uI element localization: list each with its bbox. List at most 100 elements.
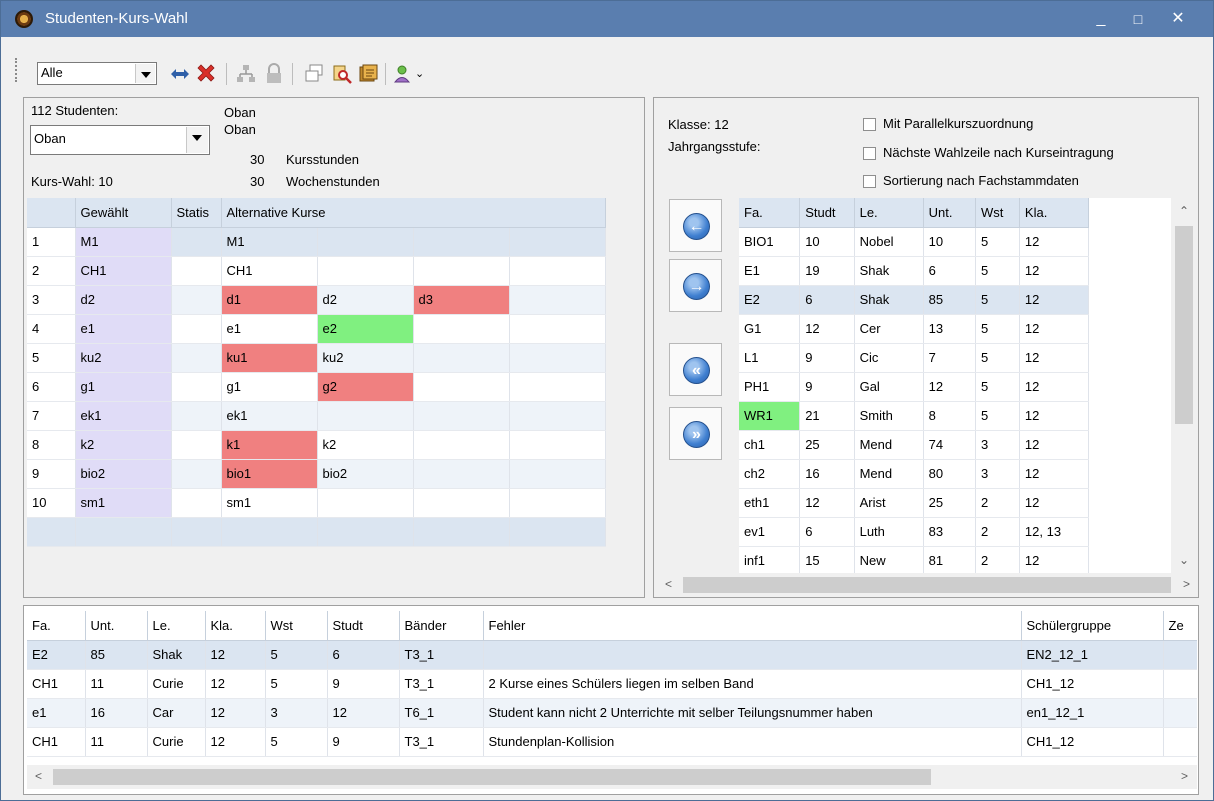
course-header-lehrer[interactable]: Le. — [854, 198, 924, 228]
status-cell[interactable] — [171, 488, 222, 518]
conflict-header-zeit[interactable]: Ze — [1163, 611, 1197, 641]
choice-row[interactable]: 8 k2 k1 k2 — [27, 430, 606, 460]
course-row[interactable]: BIO1 10 Nobel 10 5 12 — [739, 227, 1090, 257]
alt-course[interactable]: ek1 — [221, 401, 318, 431]
alt-course[interactable] — [509, 343, 606, 373]
parallelkurs-label[interactable]: Mit Parallelkurszuordnung — [883, 116, 1033, 131]
chosen-course[interactable]: M1 — [75, 227, 172, 257]
alt-course[interactable] — [413, 256, 510, 286]
conflict-horizontal-scrollbar[interactable]: < > — [27, 765, 1197, 789]
conflict-row[interactable]: CH1 11 Curie 12 5 9 T3_1 2 Kurse eines Schülers… — [27, 669, 1197, 699]
course-row[interactable]: inf1 15 New 81 2 12 — [739, 546, 1090, 573]
choice-row[interactable]: 7 ek1 ek1 — [27, 401, 606, 431]
course-row[interactable]: ch1 25 Mend 74 3 12 — [739, 430, 1090, 460]
alt-course[interactable]: d3 — [413, 285, 510, 315]
alt-course[interactable]: e1 — [221, 314, 318, 344]
conflict-header-lehrer[interactable]: Le. — [147, 611, 206, 641]
choice-row[interactable]: 9 bio2 bio1 bio2 — [27, 459, 606, 489]
conflict-row-selected[interactable]: E2 85 Shak 12 5 6 T3_1 EN2_12_1 — [27, 640, 1197, 670]
course-header-wst[interactable]: Wst — [975, 198, 1020, 228]
alt-course[interactable]: bio2 — [317, 459, 414, 489]
move-left-button[interactable]: ← — [669, 199, 722, 252]
toolbar-overflow-chevron-icon[interactable]: ⌄ — [415, 67, 424, 80]
move-all-right-button[interactable]: » — [669, 407, 722, 460]
status-cell[interactable] — [171, 343, 222, 373]
chosen-course[interactable]: k2 — [75, 430, 172, 460]
chosen-course[interactable]: ek1 — [75, 401, 172, 431]
minimize-button[interactable]: _ — [1086, 6, 1116, 32]
parallelkurs-checkbox[interactable] — [863, 118, 876, 131]
scroll-right-icon[interactable]: > — [1183, 577, 1190, 591]
alt-course[interactable]: g1 — [221, 372, 318, 402]
chevron-down-icon[interactable] — [186, 127, 208, 153]
filter-select[interactable]: Alle — [37, 62, 157, 85]
choice-row[interactable]: 2 CH1 CH1 — [27, 256, 606, 286]
alt-course[interactable]: d1 — [221, 285, 318, 315]
chosen-course[interactable]: e1 — [75, 314, 172, 344]
alt-course[interactable]: e2 — [317, 314, 414, 344]
choice-row[interactable]: 1 M1 M1 — [27, 227, 606, 257]
hierarchy-icon[interactable] — [235, 63, 257, 85]
alt-course[interactable] — [509, 285, 606, 315]
lock-icon[interactable] — [263, 63, 285, 85]
chosen-course[interactable]: ku2 — [75, 343, 172, 373]
alt-course[interactable]: ku2 — [317, 343, 414, 373]
status-cell[interactable] — [171, 401, 222, 431]
scroll-left-icon[interactable]: < — [35, 769, 42, 783]
choice-row[interactable]: 5 ku2 ku1 ku2 — [27, 343, 606, 373]
course-row[interactable]: ch2 16 Mend 80 3 12 — [739, 459, 1090, 489]
course-header-fach[interactable]: Fa. — [739, 198, 801, 228]
alt-course[interactable]: k1 — [221, 430, 318, 460]
status-cell[interactable] — [171, 372, 222, 402]
conflict-header-klasse[interactable]: Kla. — [205, 611, 266, 641]
conflict-header-schuelergruppe[interactable]: Schülergruppe — [1021, 611, 1164, 641]
sortierung-label[interactable]: Sortierung nach Fachstammdaten — [883, 173, 1079, 188]
course-row[interactable]: L1 9 Cic 7 5 12 — [739, 343, 1090, 373]
choice-row[interactable]: 3 d2 d1 d2 d3 — [27, 285, 606, 315]
alt-course[interactable]: CH1 — [221, 256, 318, 286]
delete-x-icon[interactable] — [195, 63, 217, 85]
toolbar-grip[interactable] — [15, 58, 19, 82]
course-row[interactable]: WR1 21 Smith 8 5 12 — [739, 401, 1090, 431]
conflict-header-unt[interactable]: Unt. — [85, 611, 148, 641]
course-header-studt[interactable]: Studt — [799, 198, 855, 228]
status-cell[interactable] — [171, 285, 222, 315]
alt-course[interactable]: k2 — [317, 430, 414, 460]
chosen-course[interactable]: g1 — [75, 372, 172, 402]
chevron-down-icon[interactable] — [135, 64, 155, 83]
move-all-left-button[interactable]: « — [669, 343, 722, 396]
choice-row[interactable]: 4 e1 e1 e2 — [27, 314, 606, 344]
scroll-left-icon[interactable]: < — [665, 577, 672, 591]
status-cell[interactable] — [171, 430, 222, 460]
user-settings-icon[interactable] — [393, 63, 415, 85]
chosen-course[interactable]: bio2 — [75, 459, 172, 489]
scroll-down-icon[interactable]: ⌄ — [1179, 553, 1189, 567]
course-header-klasse[interactable]: Kla. — [1019, 198, 1090, 228]
choice-header-gewaehlt[interactable]: Gewählt — [75, 198, 172, 228]
conflict-header-fehler[interactable]: Fehler — [483, 611, 1022, 641]
chosen-course[interactable]: sm1 — [75, 488, 172, 518]
alt-course[interactable] — [317, 227, 414, 257]
course-row[interactable]: ev1 6 Luth 83 2 12, 13 — [739, 517, 1090, 547]
alt-course[interactable] — [509, 372, 606, 402]
alt-course[interactable] — [509, 314, 606, 344]
status-cell[interactable] — [171, 314, 222, 344]
alt-course[interactable] — [509, 430, 606, 460]
close-button[interactable]: ✕ — [1163, 6, 1193, 32]
alt-course[interactable]: sm1 — [221, 488, 318, 518]
alt-course[interactable]: bio1 — [221, 459, 318, 489]
course-row[interactable]: G1 12 Cer 13 5 12 — [739, 314, 1090, 344]
alt-course[interactable] — [509, 227, 606, 257]
copy-windows-icon[interactable] — [303, 63, 325, 85]
conflict-header-studt[interactable]: Studt — [327, 611, 400, 641]
alt-course[interactable] — [317, 256, 414, 286]
conflict-header-baender[interactable]: Bänder — [399, 611, 484, 641]
course-header-unt[interactable]: Unt. — [923, 198, 976, 228]
chosen-course[interactable]: d2 — [75, 285, 172, 315]
alt-course[interactable]: d2 — [317, 285, 414, 315]
alt-course[interactable] — [413, 227, 510, 257]
alt-course[interactable]: g2 — [317, 372, 414, 402]
maximize-button[interactable]: □ — [1123, 6, 1153, 32]
alt-course[interactable] — [413, 314, 510, 344]
reports-stack-icon[interactable] — [357, 63, 379, 85]
